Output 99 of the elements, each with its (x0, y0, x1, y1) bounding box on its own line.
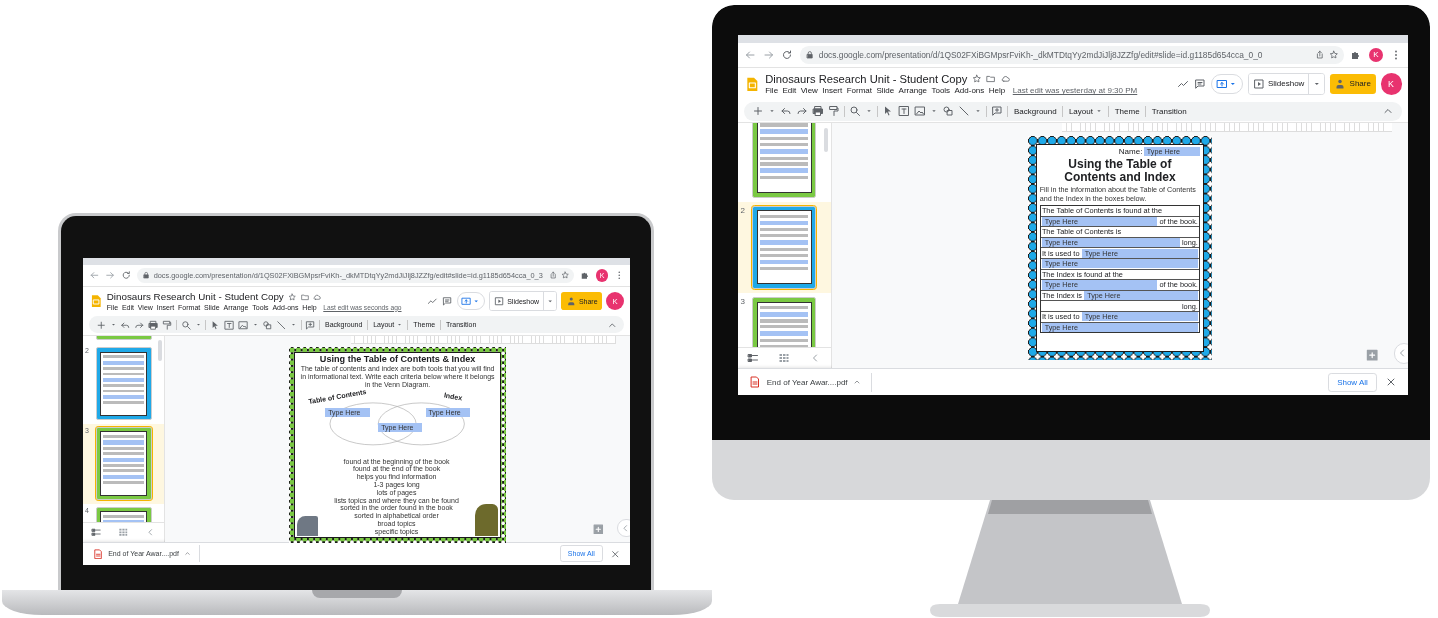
forward-arrow-icon[interactable] (104, 270, 116, 281)
back-arrow-icon[interactable] (88, 270, 100, 281)
folder-icon[interactable] (300, 292, 309, 301)
slide-thumbnail[interactable] (752, 123, 817, 198)
trend-line-icon[interactable] (1176, 78, 1189, 90)
document-title[interactable]: Dinosaurs Research Unit - Student Copy (765, 72, 968, 85)
profile-avatar[interactable]: K (1368, 47, 1384, 63)
present-icon (461, 295, 472, 307)
menu-item[interactable]: Help (988, 86, 1006, 96)
menu-item[interactable]: File (765, 86, 779, 96)
cloud-icon[interactable] (1000, 73, 1011, 84)
cloud-icon[interactable] (313, 292, 322, 301)
filmstrip-item[interactable]: 2 (738, 201, 831, 293)
zoom-icon[interactable] (849, 105, 862, 118)
image-icon[interactable] (237, 319, 249, 331)
toolbar-button[interactable]: Background (1012, 106, 1059, 116)
slide-number: 3 (740, 296, 746, 308)
comment-icon[interactable] (1193, 78, 1206, 90)
add-note-icon[interactable] (592, 523, 605, 536)
redo-icon[interactable] (134, 319, 145, 331)
url-text: docs.google.com/presentation/d/1QS02FXiBGMpsrFviKh-_dkMTDtqYy2mdJiJlj8JZZfg/edit#slide=id.g1185d654cca_0_0 (818, 50, 1264, 60)
slide-title: Using the Table of Contents and Index (1063, 157, 1177, 186)
close-icon[interactable] (609, 548, 621, 560)
shapes-icon[interactable] (942, 105, 955, 118)
folder-icon[interactable] (986, 73, 997, 84)
paint-roller-icon[interactable] (162, 319, 173, 331)
forward-arrow-icon[interactable] (762, 49, 775, 61)
play-icon (493, 295, 505, 307)
line-icon[interactable] (958, 105, 971, 118)
back-arrow-icon[interactable] (744, 49, 757, 61)
zoom-icon[interactable] (180, 319, 192, 331)
grid-view-icon[interactable] (778, 352, 791, 364)
reload-icon[interactable] (781, 49, 794, 61)
add-note-icon[interactable] (1364, 347, 1380, 362)
last-edit-link[interactable]: Last edit was yesterday at 9:30 PM (1012, 86, 1138, 96)
show-all-button[interactable]: Show All (1328, 372, 1377, 392)
lock-icon (805, 50, 815, 60)
present-button[interactable] (456, 291, 486, 311)
person-icon (1334, 78, 1347, 90)
scrollbar[interactable] (157, 339, 163, 361)
scrollbar[interactable] (823, 128, 829, 153)
photo-placeholder (474, 503, 498, 536)
profile-avatar[interactable]: K (1380, 73, 1402, 95)
line-icon[interactable] (276, 319, 287, 331)
present-button[interactable] (1210, 73, 1243, 95)
paint-roller-icon[interactable] (828, 105, 841, 118)
lock-icon (141, 271, 151, 280)
menu-item[interactable]: Format (846, 86, 872, 96)
menu-item[interactable]: Tools (931, 86, 951, 96)
file-icon (92, 548, 104, 560)
menu-item[interactable]: Edit (782, 86, 797, 96)
toolbar-button[interactable]: Theme (1113, 106, 1142, 116)
menu-item[interactable]: Slide (876, 86, 895, 96)
text-box-icon[interactable] (223, 319, 235, 331)
reload-icon[interactable] (120, 270, 132, 281)
present-icon (1215, 78, 1228, 90)
person-icon (565, 295, 577, 307)
add-comment-icon[interactable] (991, 105, 1004, 118)
slide-thumbnail[interactable] (95, 427, 152, 501)
text-box-icon[interactable] (898, 105, 911, 118)
star-icon[interactable] (560, 271, 570, 280)
play-icon (1252, 78, 1265, 90)
download-item[interactable]: End of Year Awar....pdf (749, 372, 872, 392)
slide-number: 2 (740, 205, 746, 217)
document-title[interactable]: Dinosaurs Research Unit - Student Copy (106, 291, 284, 303)
print-icon[interactable] (812, 105, 825, 118)
file-name: End of Year Awar....pdf (766, 377, 848, 387)
menu-item[interactable]: Insert (822, 86, 843, 96)
puzzle-icon[interactable] (579, 270, 591, 281)
file-icon (749, 376, 762, 389)
slide-title: Using the Table of Contents & Index (318, 354, 477, 365)
slide-thumbnail[interactable] (752, 205, 817, 289)
photo-placeholder (297, 516, 319, 536)
plus-icon[interactable] (95, 319, 107, 331)
image-icon[interactable] (914, 105, 927, 118)
star-icon[interactable] (287, 292, 297, 301)
grid-view-icon[interactable] (118, 527, 129, 538)
comment-icon[interactable] (441, 295, 453, 307)
address-bar[interactable]: docs.google.com/presentation/d/1QS02FXiBGMpsrFviKh-_dkMTDtqYy2mdJiJlj8JZZfg/edit#slide=id.g1185d654cca_0_0 (799, 46, 1345, 64)
name-label: Name: (1118, 147, 1143, 157)
menu-item[interactable]: Add-ons (954, 86, 985, 96)
toolbar-button[interactable]: Layout (1067, 106, 1105, 116)
list-view-icon[interactable] (747, 352, 760, 364)
trend-line-icon[interactable] (427, 295, 438, 307)
menu-item[interactable]: View (800, 86, 818, 96)
shapes-icon[interactable] (262, 319, 273, 331)
slide-thumbnail[interactable] (95, 347, 152, 421)
print-icon[interactable] (148, 319, 159, 331)
chevron-up-icon (183, 550, 191, 558)
menu-item[interactable]: Arrange (898, 86, 928, 96)
share-icon[interactable] (548, 271, 558, 280)
list-view-icon[interactable] (91, 527, 102, 538)
add-comment-icon[interactable] (305, 319, 316, 331)
plus-icon[interactable] (752, 105, 765, 118)
toolbar-button[interactable]: Transition (1150, 106, 1189, 116)
star-icon[interactable] (1328, 50, 1339, 60)
share-icon[interactable] (1315, 50, 1325, 60)
star-icon[interactable] (972, 73, 982, 84)
share-button[interactable]: Share (1329, 73, 1376, 95)
